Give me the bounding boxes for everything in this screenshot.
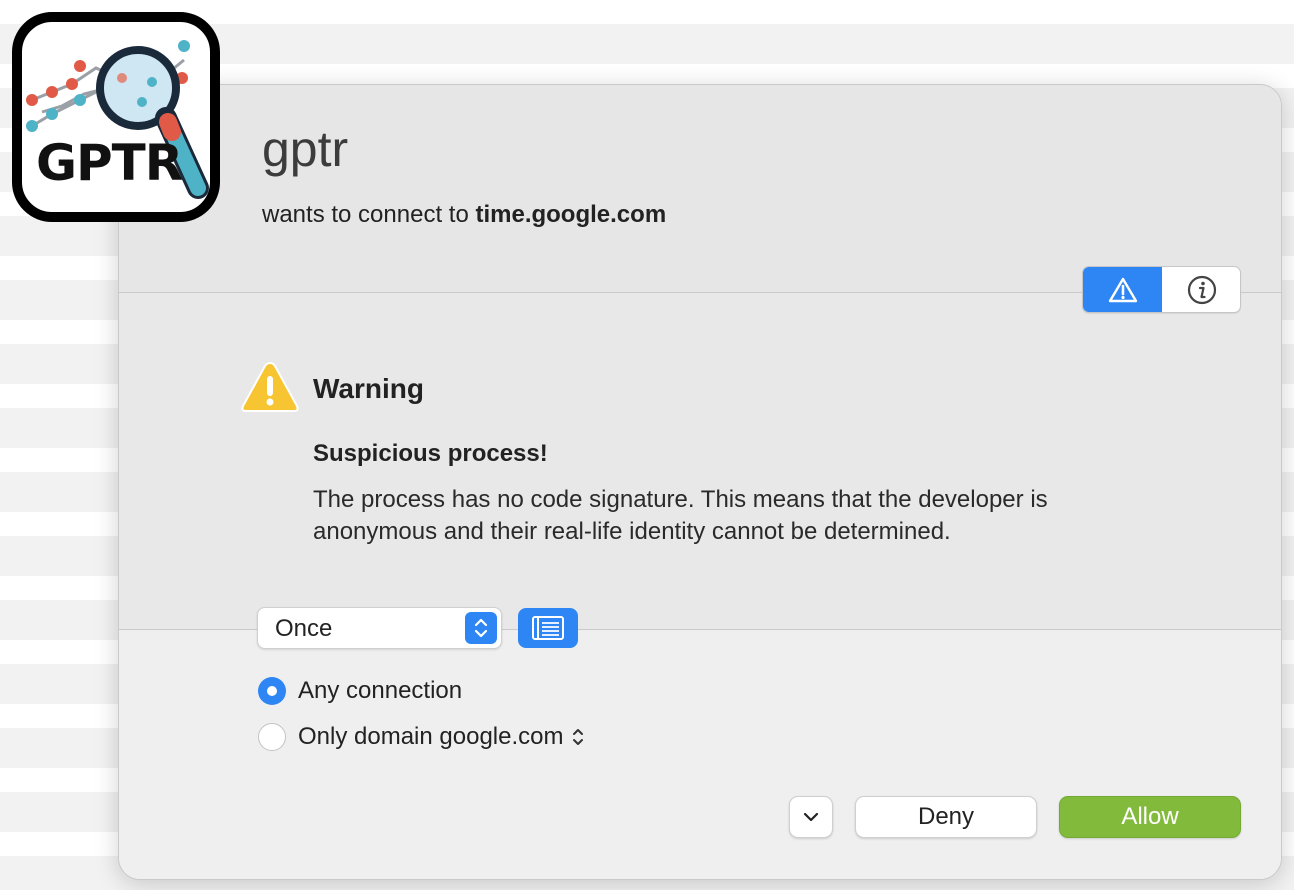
radio-label: Only domain google.com [298,723,564,750]
dialog-header [119,85,1281,293]
tab-warning[interactable] [1083,267,1162,312]
request-host: time.google.com [475,201,667,228]
scope-option-any[interactable]: Any connection [258,677,462,705]
app-icon-label: GPTR [36,134,183,192]
details-segmented-control [1082,266,1241,313]
more-options-button[interactable] [789,796,833,838]
connection-request: wants to connect to time.google.com [262,201,666,229]
app-name: gptr [262,121,349,177]
warning-description: The process has no code signature. This … [313,486,1048,545]
info-icon [1187,275,1217,304]
warning-title: Warning [313,373,424,404]
radio-label: Any connection [298,677,463,704]
chevron-down-icon [803,812,819,822]
dialog-details [119,293,1281,630]
warning-triangle-icon [241,361,299,412]
list-icon [532,616,564,640]
warning-heading: Suspicious process! [313,440,548,467]
radio-only-domain[interactable] [258,723,286,751]
domain-updown-icon[interactable] [571,725,585,749]
warning-icon [1108,277,1137,302]
radio-any-connection[interactable] [258,677,286,705]
scope-option-domain[interactable]: Only domain google.com [258,723,585,751]
deny-button[interactable]: Deny [855,796,1037,838]
request-prefix: wants to connect to [262,201,469,228]
rule-details-button[interactable] [518,608,578,648]
duration-selected: Once [275,615,333,642]
app-icon: GPTR [12,12,220,222]
tab-info[interactable] [1162,267,1240,312]
dialog-rule-options [119,630,1281,879]
updown-chevron-icon [465,612,497,644]
allow-button[interactable]: Allow [1059,796,1241,838]
duration-popup[interactable]: Once [257,607,502,649]
